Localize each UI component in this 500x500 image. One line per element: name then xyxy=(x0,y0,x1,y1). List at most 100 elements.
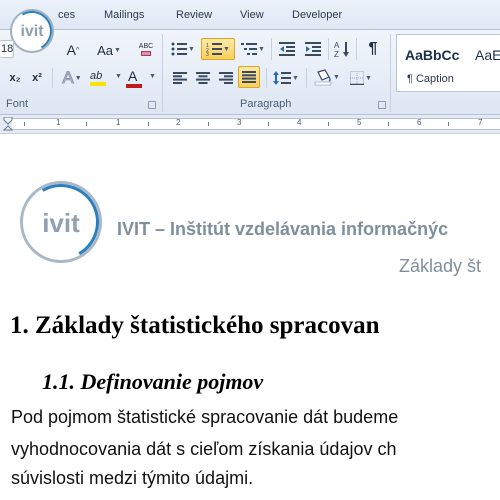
tab-references[interactable]: ces xyxy=(58,9,75,21)
multilevel-list-button[interactable]: ▼ xyxy=(240,39,266,59)
line-spacing-icon xyxy=(273,71,292,85)
ruler-number: 1 xyxy=(116,118,121,127)
bullets-button[interactable]: ▼ xyxy=(170,39,196,59)
font-size-box[interactable]: 18 xyxy=(0,40,14,58)
borders-button[interactable]: ▼ xyxy=(346,68,376,88)
font-dialog-launcher[interactable] xyxy=(148,101,156,109)
header-logo-text: ivit xyxy=(42,208,80,238)
header-subtitle: Základy št xyxy=(399,256,482,276)
superscript-icon: x² xyxy=(32,72,42,84)
superscript-button[interactable]: x² xyxy=(28,69,46,87)
svg-text:A: A xyxy=(334,41,340,50)
decrease-indent-button[interactable] xyxy=(276,39,298,59)
ruler-tick xyxy=(268,122,269,126)
body-line: súvislosti medzi týmito údajmi. xyxy=(11,468,254,488)
styles-gallery: AaBbCc ¶ Caption AaE xyxy=(396,34,500,92)
group-separator xyxy=(162,34,163,112)
align-center-icon xyxy=(196,72,210,84)
tab-mailings[interactable]: Mailings xyxy=(104,9,144,21)
highlight-button[interactable]: ab ▼ xyxy=(90,67,122,89)
divider xyxy=(271,38,272,60)
grow-font-icon: A xyxy=(66,42,77,58)
clear-formatting-icon: ABC xyxy=(138,42,154,50)
font-size-value: 18 xyxy=(1,43,14,55)
subscript-button[interactable]: x₂ xyxy=(6,69,24,87)
ruler-number: 6 xyxy=(417,118,422,127)
divider xyxy=(52,68,53,88)
group-label-paragraph: Paragraph xyxy=(240,98,292,110)
group-label-font: Font xyxy=(6,98,29,110)
divider xyxy=(306,68,307,88)
horizontal-ruler[interactable]: 1 1 2 3 4 5 6 7 xyxy=(0,115,500,134)
heading-2: 1.1. Definovanie pojmov xyxy=(42,369,264,394)
line-spacing-button[interactable]: ▼ xyxy=(272,68,300,88)
clear-formatting-button[interactable]: ABC xyxy=(136,38,156,60)
app-logo[interactable]: ivit xyxy=(7,6,57,56)
shading-bucket-icon xyxy=(314,69,332,86)
numbering-button[interactable]: 1 2 3 ▼ xyxy=(201,38,235,60)
ruler-number: 3 xyxy=(237,118,242,127)
show-formatting-button[interactable]: ¶ xyxy=(362,39,384,59)
style-preview: AaBbCc xyxy=(405,47,460,63)
borders-icon xyxy=(350,71,365,85)
body-line: vyhodnocovania dát s cieľom získania úda… xyxy=(11,439,397,459)
change-case-icon: Aa xyxy=(97,42,113,58)
header-title: IVIT – Inštitút vzdelávania informačnýc xyxy=(117,219,449,239)
font-color-bar xyxy=(126,84,142,88)
numbering-icon: 123 xyxy=(206,43,223,56)
ruler-number: 5 xyxy=(357,118,362,127)
style-next[interactable]: AaE xyxy=(473,37,500,91)
change-case-button[interactable]: Aa ▼ xyxy=(96,40,122,60)
body-line: Pod pojmom štatistické spracovanie dát b… xyxy=(11,407,399,427)
ruler-number: 4 xyxy=(297,118,302,127)
svg-text:Z: Z xyxy=(334,50,339,58)
tab-view[interactable]: View xyxy=(240,9,264,21)
eraser-icon xyxy=(141,50,151,56)
sort-button[interactable]: AZ xyxy=(332,38,352,60)
style-preview: AaE xyxy=(475,47,500,63)
ribbon: ivit ces Mailings Review View Developer … xyxy=(0,0,500,115)
align-left-button[interactable] xyxy=(170,68,190,88)
ruler-tick xyxy=(448,122,449,126)
ruler-tick xyxy=(388,122,389,126)
increase-indent-button[interactable] xyxy=(302,39,324,59)
svg-text:3: 3 xyxy=(206,52,209,56)
ribbon-tab-bar: ivit ces Mailings Review View Developer xyxy=(0,0,500,56)
ruler-tick xyxy=(328,122,329,126)
subscript-icon: x₂ xyxy=(9,72,21,84)
ruler-number: 2 xyxy=(176,118,181,127)
shading-button[interactable]: ▼ xyxy=(312,66,342,88)
pilcrow-icon: ¶ xyxy=(368,40,378,57)
ruler-tick xyxy=(208,122,209,126)
align-right-icon xyxy=(219,72,233,84)
justify-button[interactable] xyxy=(238,66,260,88)
paragraph-dialog-launcher[interactable] xyxy=(378,101,386,109)
ruler-number: 1 xyxy=(56,118,61,127)
align-left-icon xyxy=(173,72,187,84)
highlight-icon: ab xyxy=(90,70,103,82)
highlight-color-bar xyxy=(90,82,106,86)
bullets-icon xyxy=(171,42,188,56)
indent-marker-icon[interactable] xyxy=(3,117,13,132)
tab-review[interactable]: Review xyxy=(176,9,212,21)
justify-icon xyxy=(242,71,256,83)
ruler-tick xyxy=(148,122,149,126)
style-name: ¶ Caption xyxy=(407,73,454,85)
align-right-button[interactable] xyxy=(216,68,236,88)
style-caption[interactable]: AaBbCc ¶ Caption xyxy=(399,37,469,91)
ruler-tick xyxy=(86,122,87,126)
ruler-number: 7 xyxy=(478,118,483,127)
align-center-button[interactable] xyxy=(193,68,213,88)
multilevel-list-icon xyxy=(241,43,258,55)
ruler-tick xyxy=(24,122,25,126)
divider xyxy=(356,38,357,60)
divider xyxy=(328,38,329,60)
sort-icon: AZ xyxy=(334,41,349,58)
group-separator xyxy=(390,34,391,112)
grow-font-button[interactable]: A ^ xyxy=(62,40,84,60)
header-logo: ivit xyxy=(14,175,108,269)
divider xyxy=(266,68,267,88)
text-effects-button[interactable]: A ▼ xyxy=(58,68,86,88)
font-color-button[interactable]: A ▼ xyxy=(126,67,156,89)
tab-developer[interactable]: Developer xyxy=(292,9,342,21)
